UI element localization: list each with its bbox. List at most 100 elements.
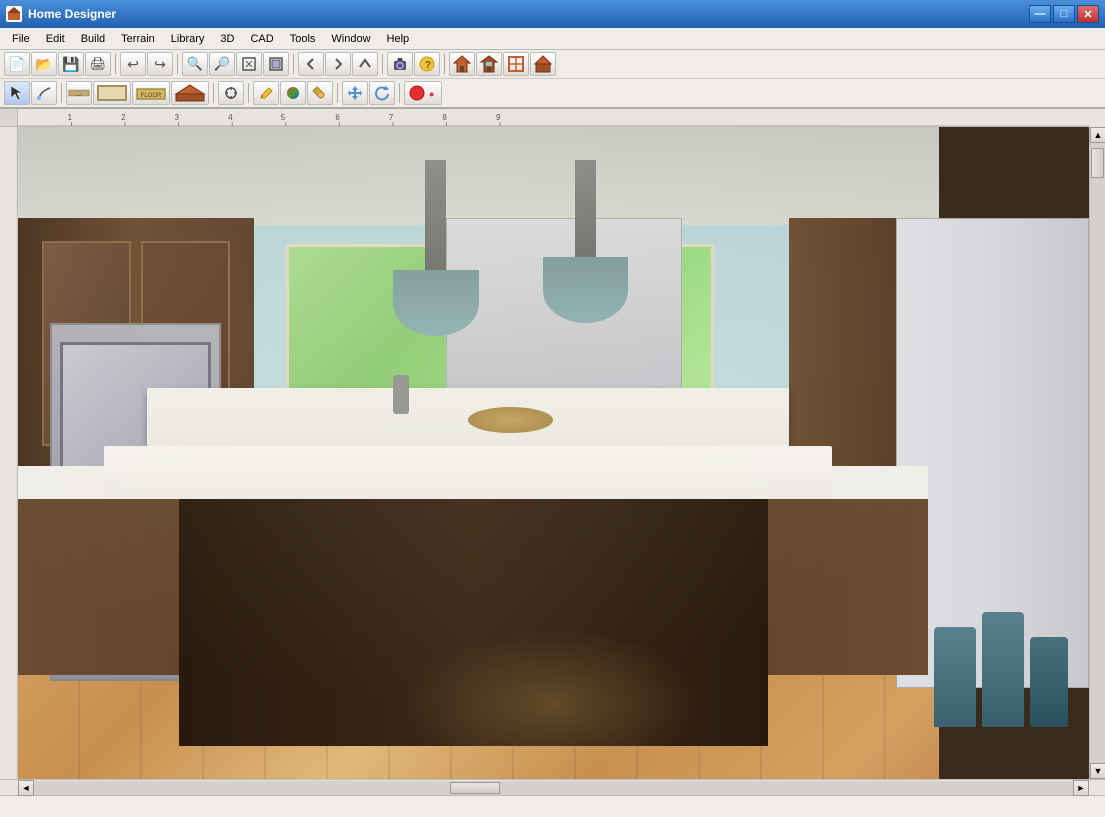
- house-floor-button[interactable]: [503, 52, 529, 76]
- back-button[interactable]: [298, 52, 324, 76]
- svg-text:FLOOR: FLOOR: [141, 93, 162, 99]
- redo-icon: ↪: [154, 56, 166, 73]
- svg-text:6: 6: [335, 113, 340, 122]
- zoom-out-button[interactable]: 🔍: [209, 52, 235, 76]
- menu-build[interactable]: Build: [73, 31, 113, 47]
- undo-button[interactable]: ↩: [120, 52, 146, 76]
- paint-button[interactable]: [307, 81, 333, 105]
- full-screen-icon: [268, 56, 284, 72]
- svg-text:2: 2: [121, 113, 126, 122]
- menu-file[interactable]: File: [4, 31, 38, 47]
- faucet: [393, 375, 409, 414]
- house-3d-button[interactable]: [476, 52, 502, 76]
- ruler-h-ticks: // tick marks will be rendered inline 1 …: [18, 109, 1089, 126]
- record-button[interactable]: ●: [404, 81, 442, 105]
- canvas-area[interactable]: [18, 127, 1089, 779]
- svg-text:4: 4: [228, 113, 233, 122]
- separator-3: [293, 54, 294, 74]
- up-button[interactable]: [352, 52, 378, 76]
- scroll-right-button[interactable]: ►: [1073, 780, 1089, 796]
- move-icon: [347, 85, 363, 101]
- svg-text:5: 5: [281, 113, 286, 122]
- scroll-left-button[interactable]: ◄: [18, 780, 34, 796]
- svg-text:─: ─: [76, 93, 82, 100]
- camera-button[interactable]: [387, 52, 413, 76]
- wall-tool-button[interactable]: ─: [66, 81, 92, 105]
- rotate-button[interactable]: [369, 81, 395, 105]
- scroll-thumb-h[interactable]: [450, 782, 500, 794]
- app-icon: [6, 6, 22, 22]
- scroll-thumb-v[interactable]: [1091, 148, 1104, 178]
- save-button[interactable]: 💾: [58, 52, 84, 76]
- zoom-out-icon: 🔍: [214, 56, 230, 72]
- help-button[interactable]: ?: [414, 52, 440, 76]
- menu-tools[interactable]: Tools: [282, 31, 324, 47]
- menu-window[interactable]: Window: [323, 31, 378, 47]
- draw-tool-button[interactable]: [31, 81, 57, 105]
- draw-icon: [36, 85, 52, 101]
- separator-t2-5: [399, 83, 400, 103]
- house-roof-icon: [534, 55, 552, 73]
- snap-icon: [223, 85, 239, 101]
- house-3d-icon: [480, 55, 498, 73]
- separator-4: [382, 54, 383, 74]
- new-icon: 📄: [8, 56, 25, 73]
- svg-text:?: ?: [425, 60, 431, 71]
- print-button[interactable]: 🖨: [85, 52, 111, 76]
- snap-button[interactable]: [218, 81, 244, 105]
- menu-terrain[interactable]: Terrain: [113, 31, 163, 47]
- zoom-in-button[interactable]: 🔍: [182, 52, 208, 76]
- ruler-vertical: [0, 127, 18, 779]
- minimize-button[interactable]: —: [1029, 5, 1051, 23]
- full-screen-button[interactable]: [263, 52, 289, 76]
- roof-icon: [174, 84, 206, 102]
- move-button[interactable]: [342, 81, 368, 105]
- forward-button[interactable]: [325, 52, 351, 76]
- floor-tool-button[interactable]: FLOOR: [132, 81, 170, 105]
- forward-icon: [330, 56, 346, 72]
- select-tool-button[interactable]: [4, 81, 30, 105]
- scroll-track-v[interactable]: [1090, 143, 1105, 763]
- scroll-up-button[interactable]: ▲: [1090, 127, 1105, 143]
- zoom-fit-button[interactable]: [236, 52, 262, 76]
- separator-t2-2: [213, 83, 214, 103]
- maximize-button[interactable]: □: [1053, 5, 1075, 23]
- floor-icon: FLOOR: [135, 84, 167, 102]
- toolbar-2: ─ FLOOR: [0, 79, 1105, 109]
- menu-help[interactable]: Help: [379, 31, 418, 47]
- scroll-track-h[interactable]: [34, 781, 1073, 795]
- up-arrow-icon: [357, 56, 373, 72]
- status-bar: [0, 795, 1105, 817]
- house-roof-button[interactable]: [530, 52, 556, 76]
- menu-cad[interactable]: CAD: [242, 31, 281, 47]
- house-floor-icon: [507, 55, 525, 73]
- new-button[interactable]: 📄: [4, 52, 30, 76]
- separator-1: [115, 54, 116, 74]
- pencil-icon: [258, 85, 274, 101]
- material-button[interactable]: [280, 81, 306, 105]
- separator-t2-3: [248, 83, 249, 103]
- save-icon: 💾: [62, 56, 79, 73]
- rotate-icon: [374, 85, 390, 101]
- pencil-button[interactable]: [253, 81, 279, 105]
- menu-3d[interactable]: 3D: [212, 31, 242, 47]
- roof-tool-button[interactable]: [171, 81, 209, 105]
- bar-stools: [934, 612, 1068, 727]
- house-exterior-button[interactable]: [449, 52, 475, 76]
- menu-edit[interactable]: Edit: [38, 31, 73, 47]
- island-countertop-ext: [104, 446, 832, 498]
- back-icon: [303, 56, 319, 72]
- svg-text:9: 9: [496, 113, 501, 122]
- redo-button[interactable]: ↪: [147, 52, 173, 76]
- menu-library[interactable]: Library: [163, 31, 213, 47]
- ruler-v-ticks: [0, 127, 18, 779]
- separator-2: [177, 54, 178, 74]
- close-button[interactable]: ✕: [1077, 5, 1099, 23]
- print-icon: 🖨: [90, 56, 107, 72]
- barstool-2: [982, 612, 1024, 727]
- room-tool-button[interactable]: [93, 81, 131, 105]
- svg-text:3: 3: [175, 113, 180, 122]
- open-button[interactable]: 📂: [31, 52, 57, 76]
- menu-bar: File Edit Build Terrain Library 3D CAD T…: [0, 28, 1105, 50]
- scroll-down-button[interactable]: ▼: [1090, 763, 1105, 779]
